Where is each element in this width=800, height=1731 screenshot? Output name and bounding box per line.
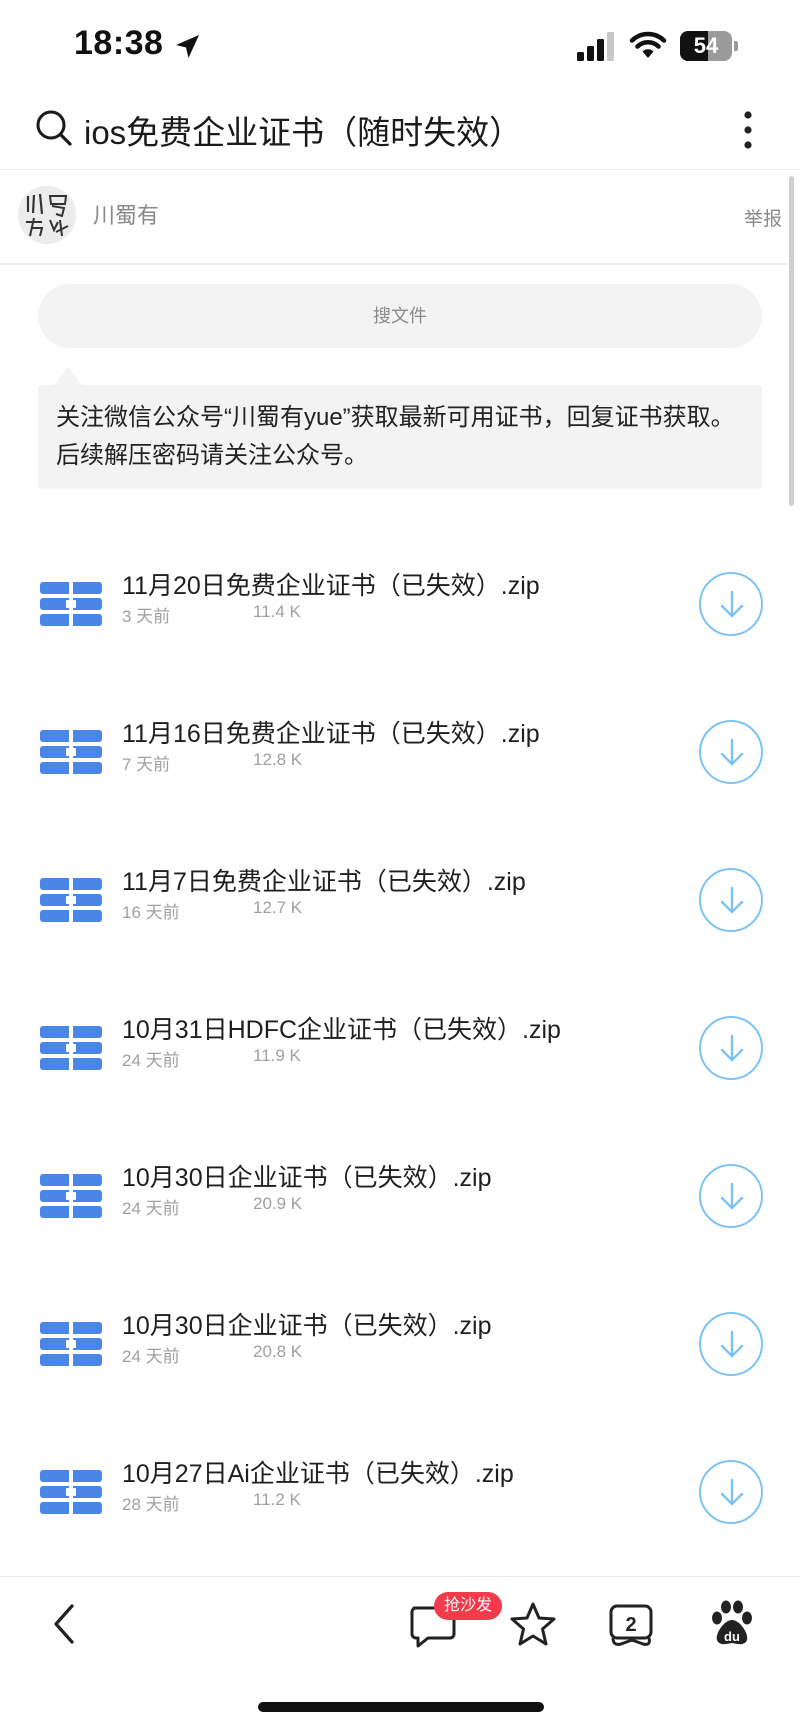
location-arrow-icon	[176, 35, 199, 58]
zip-file-icon	[40, 1174, 102, 1218]
file-size: 20.8 K	[253, 1342, 303, 1361]
tab-count: 2	[625, 1614, 636, 1636]
status-bar: 18:38 54	[0, 0, 800, 90]
search-header[interactable]: ios免费企业证书（随时失效）	[0, 94, 800, 170]
baidu-paw-icon[interactable]: du	[707, 1598, 757, 1650]
download-button[interactable]	[699, 1164, 763, 1228]
file-age: 28 天前	[122, 1495, 180, 1514]
status-time: 18:38	[74, 24, 164, 62]
scrollbar[interactable]	[789, 176, 794, 506]
home-indicator[interactable]	[258, 1702, 544, 1712]
star-icon[interactable]	[508, 1600, 558, 1650]
notice-box: 关注微信公众号“川蜀有yue”获取最新可用证书，回复证书获取。后续解压密码请关注…	[38, 385, 762, 489]
svg-text:du: du	[724, 1629, 740, 1644]
file-size: 11.9 K	[253, 1046, 301, 1065]
tabs-icon[interactable]: 2	[607, 1600, 657, 1650]
signal-icon	[577, 32, 614, 61]
file-search-input[interactable]: 搜文件	[38, 284, 762, 348]
file-name[interactable]: 11月7日免费企业证书（已失效）.zip	[122, 862, 526, 898]
download-icon	[720, 590, 744, 618]
zip-file-icon	[40, 1470, 102, 1514]
download-button[interactable]	[699, 572, 763, 636]
avatar-calligraphy-image	[18, 186, 76, 244]
download-icon	[720, 738, 744, 766]
zip-file-icon	[40, 730, 102, 774]
file-age: 24 天前	[122, 1347, 180, 1366]
file-name[interactable]: 11月20日免费企业证书（已失效）.zip	[122, 566, 540, 602]
file-name[interactable]: 10月30日企业证书（已失效）.zip	[122, 1158, 492, 1194]
wifi-icon	[629, 31, 667, 58]
report-link[interactable]: 举报	[744, 204, 782, 231]
file-name[interactable]: 10月31日HDFC企业证书（已失效）.zip	[122, 1010, 561, 1046]
file-size: 12.7 K	[253, 898, 303, 917]
publisher-divider	[0, 263, 790, 265]
battery-percent: 54	[693, 33, 719, 58]
battery-icon: 54	[680, 31, 740, 61]
notice-pointer	[54, 367, 82, 385]
more-icon[interactable]	[736, 108, 760, 152]
file-row[interactable]: 10月30日企业证书（已失效）.zip 24 天前 20.8 K	[0, 1270, 800, 1418]
file-size: 11.2 K	[253, 1490, 301, 1509]
download-icon	[720, 1330, 744, 1358]
file-name[interactable]: 10月30日企业证书（已失效）.zip	[122, 1306, 492, 1342]
download-icon	[720, 886, 744, 914]
search-query-title[interactable]: ios免费企业证书（随时失效）	[84, 106, 522, 154]
zip-file-icon	[40, 1026, 102, 1070]
file-name[interactable]: 10月27日Ai企业证书（已失效）.zip	[122, 1454, 514, 1490]
zip-file-icon	[40, 878, 102, 922]
file-row[interactable]: 10月31日HDFC企业证书（已失效）.zip 24 天前 11.9 K	[0, 974, 800, 1122]
publisher-name[interactable]: 川蜀有	[93, 198, 159, 230]
toolbar-divider	[0, 1576, 800, 1577]
comment-badge[interactable]: 抢沙发	[434, 1592, 503, 1620]
download-button[interactable]	[699, 868, 763, 932]
file-age: 24 天前	[122, 1199, 180, 1218]
file-row[interactable]: 11月7日免费企业证书（已失效）.zip 16 天前 12.7 K	[0, 826, 800, 974]
file-size: 12.8 K	[253, 750, 303, 769]
file-size: 11.4 K	[253, 602, 301, 621]
file-name[interactable]: 11月16日免费企业证书（已失效）.zip	[122, 714, 540, 750]
back-icon[interactable]	[46, 1600, 82, 1648]
download-icon	[720, 1478, 744, 1506]
file-age: 3 天前	[122, 607, 171, 626]
zip-file-icon	[40, 582, 102, 626]
search-icon[interactable]	[34, 108, 74, 148]
zip-file-icon	[40, 1322, 102, 1366]
file-size: 20.9 K	[253, 1194, 303, 1213]
file-row[interactable]: 10月30日企业证书（已失效）.zip 24 天前 20.9 K	[0, 1122, 800, 1270]
file-row[interactable]: 11月16日免费企业证书（已失效）.zip 7 天前 12.8 K	[0, 678, 800, 826]
download-icon	[720, 1182, 744, 1210]
download-button[interactable]	[699, 720, 763, 784]
notice-text: 关注微信公众号“川蜀有yue”获取最新可用证书，回复证书获取。后续解压密码请关注…	[56, 404, 735, 469]
file-age: 24 天前	[122, 1051, 180, 1070]
file-age: 16 天前	[122, 903, 180, 922]
download-button[interactable]	[699, 1460, 763, 1524]
download-button[interactable]	[699, 1312, 763, 1376]
file-age: 7 天前	[122, 755, 171, 774]
file-row[interactable]: 10月27日Ai企业证书（已失效）.zip 28 天前 11.2 K	[0, 1418, 800, 1566]
file-row[interactable]: 11月20日免费企业证书（已失效）.zip 3 天前 11.4 K	[0, 530, 800, 678]
download-icon	[720, 1034, 744, 1062]
publisher-row: 川蜀有 举报	[0, 170, 790, 263]
download-button[interactable]	[699, 1016, 763, 1080]
avatar[interactable]	[18, 186, 76, 244]
